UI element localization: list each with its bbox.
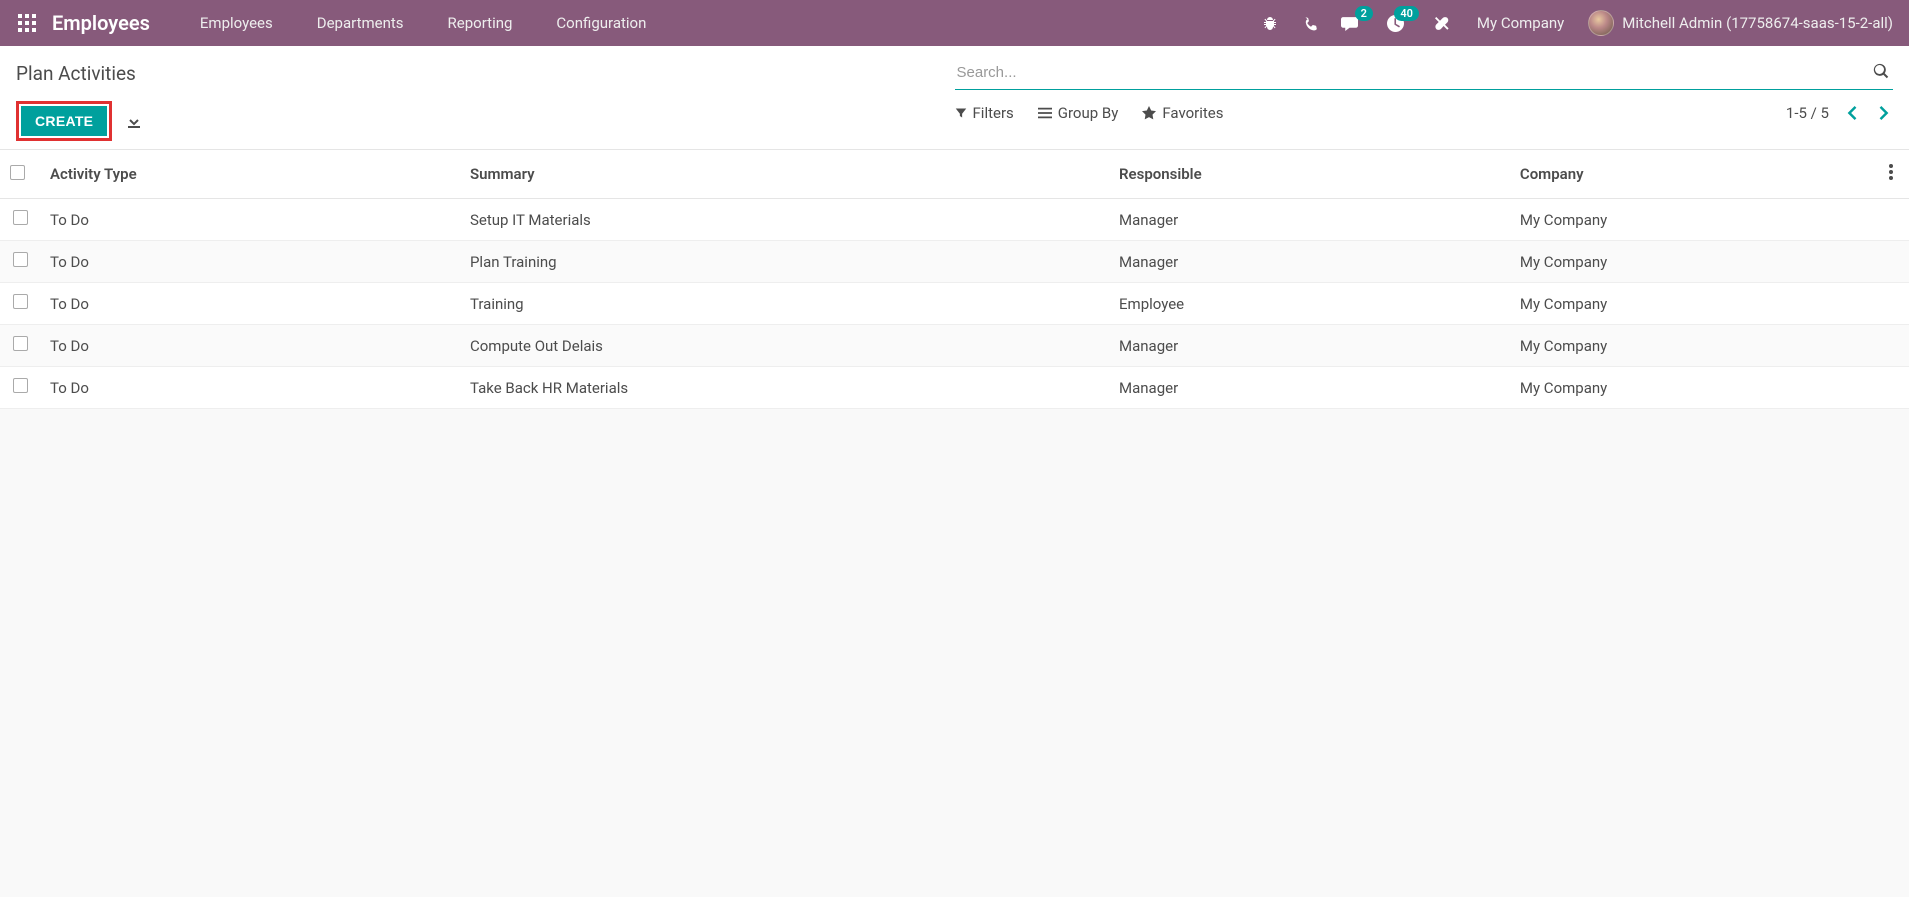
favorites-button[interactable]: Favorites <box>1142 104 1223 122</box>
cell-responsible: Manager <box>1109 325 1510 367</box>
table-row[interactable]: To DoSetup IT MaterialsManagerMy Company <box>0 199 1909 241</box>
cell-company: My Company <box>1510 325 1879 367</box>
filters-label: Filters <box>973 104 1014 122</box>
col-activity-type[interactable]: Activity Type <box>40 150 460 199</box>
messages-icon[interactable]: 2 <box>1339 12 1361 34</box>
groupby-button[interactable]: Group By <box>1038 104 1119 122</box>
cell-responsible: Employee <box>1109 283 1510 325</box>
nav-configuration[interactable]: Configuration <box>538 14 664 32</box>
avatar-icon <box>1588 10 1614 36</box>
create-button[interactable]: CREATE <box>21 106 107 136</box>
cell-responsible: Manager <box>1109 199 1510 241</box>
pager-next-icon[interactable] <box>1875 102 1893 124</box>
company-switcher[interactable]: My Company <box>1471 14 1570 32</box>
navbar-left: Employees Employees Departments Reportin… <box>16 11 664 35</box>
table-header-row: Activity Type Summary Responsible Compan… <box>0 150 1909 199</box>
cell-company: My Company <box>1510 367 1879 409</box>
col-responsible[interactable]: Responsible <box>1109 150 1510 199</box>
cell-summary: Setup IT Materials <box>460 199 1109 241</box>
nav-reporting[interactable]: Reporting <box>430 14 531 32</box>
activities-table: Activity Type Summary Responsible Compan… <box>0 150 1909 409</box>
cell-company: My Company <box>1510 241 1879 283</box>
pager: 1-5 / 5 <box>1786 102 1893 124</box>
row-checkbox[interactable] <box>13 336 28 351</box>
cell-activity-type: To Do <box>40 367 460 409</box>
favorites-label: Favorites <box>1162 104 1223 122</box>
row-checkbox[interactable] <box>13 294 28 309</box>
apps-grid-icon[interactable] <box>16 12 38 34</box>
download-icon[interactable] <box>122 109 146 133</box>
cell-company: My Company <box>1510 199 1879 241</box>
filters-button[interactable]: Filters <box>955 104 1014 122</box>
cell-company: My Company <box>1510 283 1879 325</box>
top-navbar: Employees Employees Departments Reportin… <box>0 0 1909 46</box>
create-button-highlight: CREATE <box>16 101 112 141</box>
table-row[interactable]: To DoCompute Out DelaisManagerMy Company <box>0 325 1909 367</box>
cell-activity-type: To Do <box>40 325 460 367</box>
tools-icon[interactable] <box>1431 12 1453 34</box>
row-checkbox[interactable] <box>13 210 28 225</box>
cell-activity-type: To Do <box>40 241 460 283</box>
user-menu[interactable]: Mitchell Admin (17758674-saas-15-2-all) <box>1588 10 1893 36</box>
search-bar <box>955 56 1894 90</box>
cell-responsible: Manager <box>1109 241 1510 283</box>
row-checkbox[interactable] <box>13 378 28 393</box>
cell-activity-type: To Do <box>40 283 460 325</box>
col-summary[interactable]: Summary <box>460 150 1109 199</box>
nav-employees[interactable]: Employees <box>182 14 291 32</box>
pager-text: 1-5 / 5 <box>1786 104 1829 122</box>
cell-summary: Plan Training <box>460 241 1109 283</box>
col-company[interactable]: Company <box>1510 150 1879 199</box>
phone-icon[interactable] <box>1299 12 1321 34</box>
row-checkbox[interactable] <box>13 252 28 267</box>
activities-clock-icon[interactable]: 40 <box>1385 12 1407 34</box>
search-icon[interactable] <box>1869 63 1893 83</box>
table-row[interactable]: To DoTake Back HR MaterialsManagerMy Com… <box>0 367 1909 409</box>
cell-summary: Training <box>460 283 1109 325</box>
cell-summary: Take Back HR Materials <box>460 367 1109 409</box>
cell-activity-type: To Do <box>40 199 460 241</box>
search-input[interactable] <box>955 60 1870 85</box>
bug-icon[interactable] <box>1259 12 1281 34</box>
nav-departments[interactable]: Departments <box>299 14 422 32</box>
user-name-label: Mitchell Admin (17758674-saas-15-2-all) <box>1622 14 1893 32</box>
cell-summary: Compute Out Delais <box>460 325 1109 367</box>
navbar-right: 2 40 My Company Mitchell Admin (17758674… <box>1259 10 1893 36</box>
cell-responsible: Manager <box>1109 367 1510 409</box>
table-row[interactable]: To DoPlan TrainingManagerMy Company <box>0 241 1909 283</box>
page-title: Plan Activities <box>16 56 955 95</box>
pager-prev-icon[interactable] <box>1843 102 1861 124</box>
activities-badge: 40 <box>1394 6 1419 21</box>
select-all-checkbox[interactable] <box>10 165 25 180</box>
app-title[interactable]: Employees <box>52 11 150 35</box>
column-options-icon[interactable] <box>1889 164 1893 180</box>
control-panel: Plan Activities CREATE <box>0 46 1909 150</box>
messages-badge: 2 <box>1355 6 1373 21</box>
groupby-label: Group By <box>1058 104 1119 122</box>
table-row[interactable]: To DoTrainingEmployeeMy Company <box>0 283 1909 325</box>
